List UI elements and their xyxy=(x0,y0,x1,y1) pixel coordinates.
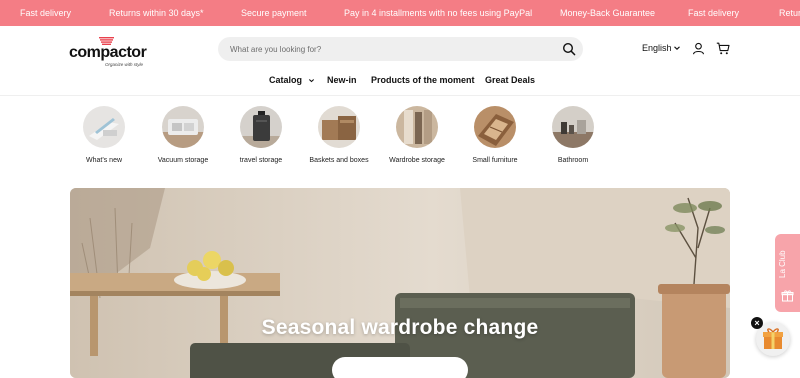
category-label: Bathroom xyxy=(557,157,589,164)
nav-item-new-in[interactable]: New-in xyxy=(327,73,357,87)
loyalty-club-label: La Club xyxy=(778,250,787,278)
category-label: travel storage xyxy=(239,157,283,164)
hero-title: Seasonal wardrobe change xyxy=(261,316,539,339)
category-label: Wardrobe storage xyxy=(389,157,445,164)
promo-item: Returns within 30 days* xyxy=(779,8,800,18)
search-icon[interactable] xyxy=(562,42,576,56)
category-image xyxy=(474,106,516,148)
category-label: Baskets and boxes xyxy=(309,157,369,164)
search-bar xyxy=(218,37,583,61)
promo-item: Returns within 30 days* xyxy=(109,8,204,18)
site-header: compactor Organize with style English Ca… xyxy=(0,26,800,96)
search-input[interactable] xyxy=(230,37,550,61)
hero-cta-button[interactable] xyxy=(332,357,468,378)
category-image xyxy=(162,106,204,148)
nav-item-great-deals[interactable]: Great Deals xyxy=(485,73,535,87)
promo-item: Secure payment xyxy=(241,8,307,18)
promo-item: Money-Back Guarantee xyxy=(560,8,656,18)
promo-item: Pay in 4 installments with no fees using… xyxy=(344,8,533,18)
promo-item: Fast delivery xyxy=(688,8,740,18)
category-image xyxy=(240,106,282,148)
loyalty-club-tab[interactable]: La Club xyxy=(775,234,800,312)
hero-banner[interactable]: Seasonal wardrobe change xyxy=(70,188,730,378)
category-label: What’s new xyxy=(85,157,123,164)
gift-icon xyxy=(781,290,794,302)
nav-item-catalog[interactable]: Catalog xyxy=(269,73,315,87)
user-icon[interactable] xyxy=(692,42,705,55)
logo[interactable]: compactor Organize with style xyxy=(69,36,149,67)
hero-image xyxy=(70,188,730,378)
category-label: Small furniture xyxy=(472,157,518,164)
category-image xyxy=(552,106,594,148)
category-carousel: What’s new Vacuum storage travel storage xyxy=(0,104,800,180)
logo-text: compactor xyxy=(69,44,147,61)
logo-tagline: Organize with style xyxy=(105,62,144,67)
main-nav: Catalog New-in Products of the moment Gr… xyxy=(0,73,800,89)
chevron-down-icon xyxy=(308,79,314,83)
chevron-down-icon[interactable] xyxy=(673,44,681,52)
category-image xyxy=(83,106,125,148)
promo-item: Fast delivery xyxy=(20,8,72,18)
category-label: Vacuum storage xyxy=(157,157,209,164)
nav-item-products-of-the-moment[interactable]: Products of the moment xyxy=(371,73,475,87)
promo-bar: Fast delivery Returns within 30 days* Se… xyxy=(0,0,800,26)
category-image xyxy=(318,106,360,148)
cart-icon[interactable] xyxy=(716,42,730,55)
category-image xyxy=(396,106,438,148)
close-icon[interactable]: × xyxy=(751,317,763,329)
language-selector[interactable]: English xyxy=(642,43,672,53)
nav-item-label: Catalog xyxy=(269,75,303,85)
